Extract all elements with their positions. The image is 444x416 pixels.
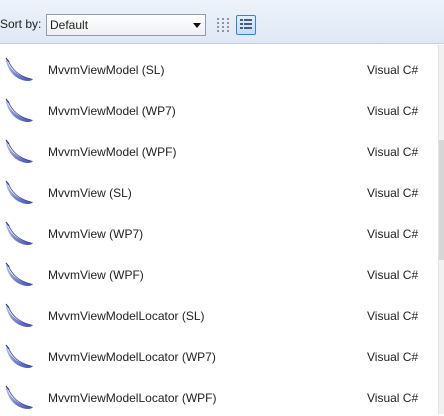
- template-item[interactable]: MvvmViewModelLocator (WPF) Visual C#: [0, 376, 438, 416]
- sort-by-label: Sort by:: [0, 17, 42, 31]
- template-language: Visual C#: [367, 145, 419, 159]
- toolbar: Sort by: Default: [0, 0, 444, 44]
- vertical-scrollbar[interactable]: [438, 45, 444, 414]
- template-name: MvvmViewModelLocator (WP7): [48, 350, 216, 364]
- template-language: Visual C#: [367, 268, 419, 282]
- template-name: MvvmViewModelLocator (WPF): [48, 391, 217, 405]
- medium-icons-icon: [240, 19, 252, 29]
- small-icons-icon: [217, 18, 229, 32]
- feather-icon: [5, 180, 33, 204]
- sort-by-dropdown[interactable]: Default: [46, 14, 206, 36]
- sort-by-value: Default: [50, 18, 89, 32]
- feather-icon: [5, 303, 33, 327]
- template-language: Visual C#: [367, 309, 419, 323]
- template-item[interactable]: MvvmView (SL) Visual C#: [0, 171, 438, 211]
- small-icons-view-button[interactable]: [213, 15, 233, 35]
- template-item[interactable]: MvvmView (WP7) Visual C#: [0, 212, 438, 252]
- template-item[interactable]: MvvmViewModel (WP7) Visual C#: [0, 89, 438, 129]
- template-language: Visual C#: [367, 350, 419, 364]
- chevron-down-icon: [193, 23, 201, 28]
- template-language: Visual C#: [367, 227, 419, 241]
- feather-icon: [5, 98, 33, 122]
- template-language: Visual C#: [367, 63, 419, 77]
- medium-icons-view-button[interactable]: [236, 15, 256, 35]
- template-list: MvvmViewModel (SL) Visual C# MvvmViewMod…: [0, 45, 438, 414]
- template-name: MvvmViewModel (SL): [48, 63, 165, 77]
- feather-icon: [5, 344, 33, 368]
- template-name: MvvmView (WP7): [48, 227, 144, 241]
- template-name: MvvmViewModel (WP7): [48, 104, 176, 118]
- feather-icon: [5, 385, 33, 409]
- template-language: Visual C#: [367, 391, 419, 405]
- template-name: MvvmView (SL): [48, 186, 132, 200]
- scrollbar-thumb[interactable]: [439, 140, 444, 260]
- template-item[interactable]: MvvmViewModelLocator (WP7) Visual C#: [0, 335, 438, 375]
- feather-icon: [5, 221, 33, 245]
- template-item[interactable]: MvvmViewModel (SL) Visual C#: [0, 48, 438, 88]
- template-item[interactable]: MvvmViewModel (WPF) Visual C#: [0, 130, 438, 170]
- feather-icon: [5, 139, 33, 163]
- template-name: MvvmViewModelLocator (SL): [48, 309, 205, 323]
- template-name: MvvmView (WPF): [48, 268, 144, 282]
- feather-icon: [5, 57, 33, 81]
- template-language: Visual C#: [367, 186, 419, 200]
- feather-icon: [5, 262, 33, 286]
- template-name: MvvmViewModel (WPF): [48, 145, 177, 159]
- template-item[interactable]: MvvmViewModelLocator (SL) Visual C#: [0, 294, 438, 334]
- template-language: Visual C#: [367, 104, 419, 118]
- template-item[interactable]: MvvmView (WPF) Visual C#: [0, 253, 438, 293]
